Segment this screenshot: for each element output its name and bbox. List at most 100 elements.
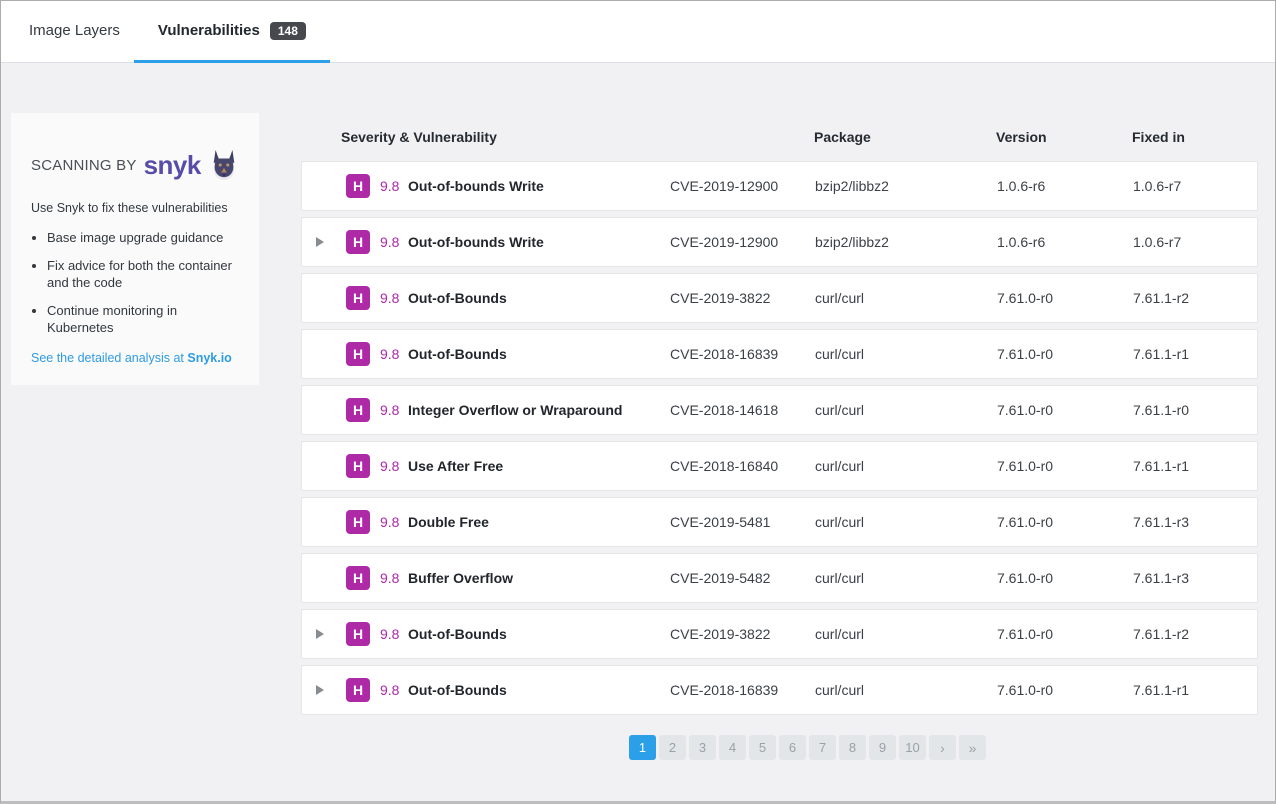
package-version: 1.0.6-r6 bbox=[997, 234, 1133, 250]
snyk-detailed-analysis-link[interactable]: See the detailed analysis at Snyk.io bbox=[31, 351, 239, 365]
vulnerability-table: Severity & Vulnerability Package Version… bbox=[301, 113, 1258, 760]
cvss-score: 9.8 bbox=[380, 178, 408, 194]
tab-bar: Image Layers Vulnerabilities 148 bbox=[1, 1, 1275, 63]
table-row[interactable]: H 9.8 Double Free CVE-2019-5481 curl/cur… bbox=[301, 497, 1258, 547]
page-button-10[interactable]: 10 bbox=[899, 735, 926, 760]
fixed-in-version: 7.61.1-r1 bbox=[1133, 682, 1257, 698]
page-button-5[interactable]: 5 bbox=[749, 735, 776, 760]
page-button-3[interactable]: 3 bbox=[689, 735, 716, 760]
cve-id: CVE-2018-16839 bbox=[670, 682, 815, 698]
cvss-score: 9.8 bbox=[380, 458, 408, 474]
table-row[interactable]: H 9.8 Out-of-Bounds CVE-2019-3822 curl/c… bbox=[301, 609, 1258, 659]
fixed-in-version: 7.61.1-r3 bbox=[1133, 570, 1257, 586]
cvss-score: 9.8 bbox=[380, 234, 408, 250]
cve-id: CVE-2018-14618 bbox=[670, 402, 815, 418]
vulnerability-name: Out-of-Bounds bbox=[408, 346, 670, 362]
fixed-in-version: 7.61.1-r2 bbox=[1133, 626, 1257, 642]
cve-id: CVE-2019-12900 bbox=[670, 178, 815, 194]
package-version: 7.61.0-r0 bbox=[997, 514, 1133, 530]
expand-row-icon[interactable] bbox=[316, 237, 324, 247]
fixed-in-version: 7.61.1-r3 bbox=[1133, 514, 1257, 530]
severity-badge: H bbox=[346, 174, 370, 198]
severity-badge: H bbox=[346, 342, 370, 366]
snyk-dog-icon bbox=[209, 149, 239, 181]
table-row[interactable]: H 9.8 Integer Overflow or Wraparound CVE… bbox=[301, 385, 1258, 435]
fixed-in-version: 7.61.1-r2 bbox=[1133, 290, 1257, 306]
page-button-2[interactable]: 2 bbox=[659, 735, 686, 760]
vulnerability-name: Out-of-Bounds bbox=[408, 626, 670, 642]
snyk-bullet: Base image upgrade guidance bbox=[47, 229, 239, 247]
next-page-button[interactable]: › bbox=[929, 735, 956, 760]
package-version: 7.61.0-r0 bbox=[997, 346, 1133, 362]
cve-id: CVE-2019-5481 bbox=[670, 514, 815, 530]
page-button-6[interactable]: 6 bbox=[779, 735, 806, 760]
snyk-bullet-list: Base image upgrade guidance Fix advice f… bbox=[47, 229, 239, 337]
expand-row-icon[interactable] bbox=[316, 629, 324, 639]
header-version: Version bbox=[996, 129, 1132, 145]
snyk-link-prefix: See the detailed analysis at bbox=[31, 351, 187, 365]
severity-badge: H bbox=[346, 286, 370, 310]
package-version: 7.61.0-r0 bbox=[997, 402, 1133, 418]
severity-badge: H bbox=[346, 454, 370, 478]
fixed-in-version: 7.61.1-r1 bbox=[1133, 346, 1257, 362]
cve-id: CVE-2019-3822 bbox=[670, 626, 815, 642]
page-button-1[interactable]: 1 bbox=[629, 735, 656, 760]
table-body: H 9.8 Out-of-bounds Write CVE-2019-12900… bbox=[301, 161, 1258, 715]
table-header-row: Severity & Vulnerability Package Version… bbox=[301, 113, 1258, 161]
vulnerability-name: Buffer Overflow bbox=[408, 570, 670, 586]
scanning-by-label: SCANNING BY bbox=[31, 157, 137, 174]
severity-badge: H bbox=[346, 566, 370, 590]
table-row[interactable]: H 9.8 Out-of-bounds Write CVE-2019-12900… bbox=[301, 161, 1258, 211]
page-button-8[interactable]: 8 bbox=[839, 735, 866, 760]
vulnerability-name: Use After Free bbox=[408, 458, 670, 474]
page-button-4[interactable]: 4 bbox=[719, 735, 746, 760]
package-version: 7.61.0-r0 bbox=[997, 458, 1133, 474]
table-row[interactable]: H 9.8 Buffer Overflow CVE-2019-5482 curl… bbox=[301, 553, 1258, 603]
package-name: curl/curl bbox=[815, 290, 997, 306]
page-button-7[interactable]: 7 bbox=[809, 735, 836, 760]
tab-vulnerabilities[interactable]: Vulnerabilities 148 bbox=[134, 1, 330, 63]
tab-vulnerabilities-label: Vulnerabilities bbox=[158, 22, 260, 39]
package-name: curl/curl bbox=[815, 682, 997, 698]
window-frame: Image Layers Vulnerabilities 148 SCANNIN… bbox=[0, 0, 1276, 804]
package-name: bzip2/libbz2 bbox=[815, 234, 997, 250]
table-row[interactable]: H 9.8 Out-of-bounds Write CVE-2019-12900… bbox=[301, 217, 1258, 267]
last-page-button[interactable]: » bbox=[959, 735, 986, 760]
table-row[interactable]: H 9.8 Out-of-Bounds CVE-2018-16839 curl/… bbox=[301, 329, 1258, 379]
table-row[interactable]: H 9.8 Use After Free CVE-2018-16840 curl… bbox=[301, 441, 1258, 491]
snyk-logo-text: snyk bbox=[144, 152, 201, 178]
cvss-score: 9.8 bbox=[380, 290, 408, 306]
severity-badge: H bbox=[346, 678, 370, 702]
table-row[interactable]: H 9.8 Out-of-Bounds CVE-2018-16839 curl/… bbox=[301, 665, 1258, 715]
cvss-score: 9.8 bbox=[380, 682, 408, 698]
header-fixed-in: Fixed in bbox=[1132, 129, 1258, 145]
header-package: Package bbox=[814, 129, 996, 145]
package-version: 1.0.6-r6 bbox=[997, 178, 1133, 194]
cvss-score: 9.8 bbox=[380, 570, 408, 586]
package-version: 7.61.0-r0 bbox=[997, 570, 1133, 586]
fixed-in-version: 7.61.1-r0 bbox=[1133, 402, 1257, 418]
tab-image-layers[interactable]: Image Layers bbox=[29, 1, 134, 63]
package-version: 7.61.0-r0 bbox=[997, 626, 1133, 642]
cve-id: CVE-2018-16840 bbox=[670, 458, 815, 474]
snyk-header: SCANNING BY snyk bbox=[31, 149, 239, 181]
package-version: 7.61.0-r0 bbox=[997, 682, 1133, 698]
cve-id: CVE-2019-5482 bbox=[670, 570, 815, 586]
page-button-9[interactable]: 9 bbox=[869, 735, 896, 760]
package-name: curl/curl bbox=[815, 346, 997, 362]
pagination: 12345678910›» bbox=[301, 735, 1258, 760]
vulnerability-name: Out-of-Bounds bbox=[408, 290, 670, 306]
fixed-in-version: 1.0.6-r7 bbox=[1133, 178, 1257, 194]
vulnerability-name: Out-of-bounds Write bbox=[408, 178, 670, 194]
severity-badge: H bbox=[346, 622, 370, 646]
snyk-intro-text: Use Snyk to fix these vulnerabilities bbox=[31, 201, 239, 215]
expand-row-icon[interactable] bbox=[316, 685, 324, 695]
package-name: curl/curl bbox=[815, 626, 997, 642]
table-row[interactable]: H 9.8 Out-of-Bounds CVE-2019-3822 curl/c… bbox=[301, 273, 1258, 323]
snyk-bullet: Fix advice for both the container and th… bbox=[47, 257, 239, 292]
fixed-in-version: 7.61.1-r1 bbox=[1133, 458, 1257, 474]
severity-badge: H bbox=[346, 398, 370, 422]
cve-id: CVE-2019-3822 bbox=[670, 290, 815, 306]
cvss-score: 9.8 bbox=[380, 514, 408, 530]
vulnerability-name: Double Free bbox=[408, 514, 670, 530]
